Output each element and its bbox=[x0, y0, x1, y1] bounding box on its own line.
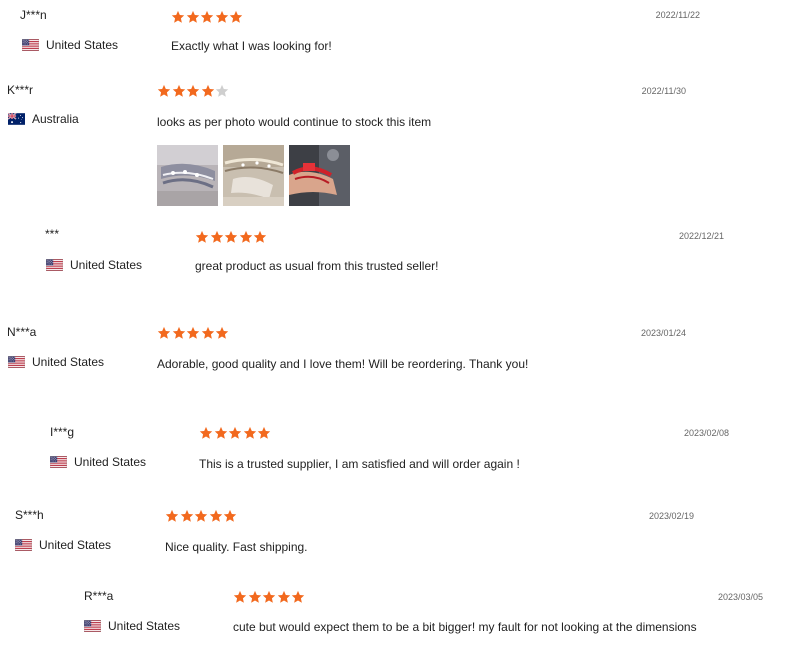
review-photos bbox=[157, 145, 350, 206]
star-rating bbox=[233, 590, 306, 604]
reviewer-country: United States bbox=[46, 258, 142, 272]
star-rating bbox=[171, 10, 244, 24]
country-name: United States bbox=[46, 38, 119, 52]
star-icon bbox=[277, 590, 291, 604]
review-photo-thumbnail[interactable] bbox=[223, 145, 284, 206]
star-icon bbox=[248, 590, 262, 604]
australia-flag-icon bbox=[8, 113, 25, 125]
reviewer-name: J***n bbox=[20, 8, 47, 22]
star-icon bbox=[180, 509, 194, 523]
us-flag-icon bbox=[15, 539, 32, 551]
star-icon bbox=[215, 10, 229, 24]
us-flag-icon bbox=[46, 259, 63, 271]
reviewer-country: United States bbox=[15, 538, 111, 552]
star-icon bbox=[200, 10, 214, 24]
star-icon bbox=[195, 230, 209, 244]
star-icon bbox=[165, 509, 179, 523]
reviewer-country: United States bbox=[22, 38, 118, 52]
us-flag-icon bbox=[22, 39, 39, 51]
review-text: This is a trusted supplier, I am satisfi… bbox=[199, 457, 520, 471]
star-icon bbox=[239, 230, 253, 244]
review-text: looks as per photo would continue to sto… bbox=[157, 115, 432, 129]
us-flag-icon bbox=[84, 620, 101, 632]
review-date: 2023/01/24 bbox=[640, 328, 686, 338]
star-icon bbox=[209, 509, 223, 523]
reviewer-country: United States bbox=[8, 355, 104, 369]
star-icon bbox=[172, 84, 186, 98]
star-icon bbox=[186, 326, 200, 340]
reviewer-name: S***h bbox=[15, 508, 44, 522]
review-date: 2022/11/30 bbox=[641, 86, 686, 96]
review-text: Nice quality. Fast shipping. bbox=[165, 540, 308, 554]
star-icon bbox=[172, 326, 186, 340]
star-icon bbox=[201, 84, 215, 98]
review-text: cute but would expect them to be a bit b… bbox=[233, 620, 697, 634]
star-icon bbox=[223, 509, 237, 523]
star-rating bbox=[195, 230, 268, 244]
star-icon bbox=[243, 426, 257, 440]
star-icon bbox=[194, 509, 208, 523]
star-icon bbox=[186, 10, 200, 24]
us-flag-icon bbox=[8, 356, 25, 368]
review-text: Adorable, good quality and I love them! … bbox=[157, 357, 529, 371]
reviewer-name: I***g bbox=[50, 425, 75, 439]
star-icon bbox=[201, 326, 215, 340]
star-icon bbox=[228, 426, 242, 440]
star-icon bbox=[215, 84, 229, 98]
country-name: United States bbox=[70, 258, 143, 272]
star-icon bbox=[215, 326, 229, 340]
country-name: United States bbox=[39, 538, 112, 552]
star-icon bbox=[214, 426, 228, 440]
country-name: United States bbox=[108, 619, 181, 633]
star-icon bbox=[291, 590, 305, 604]
star-icon bbox=[186, 84, 200, 98]
review-date: 2022/12/21 bbox=[678, 231, 724, 241]
country-name: United States bbox=[74, 455, 147, 469]
star-icon bbox=[157, 84, 171, 98]
review-text: great product as usual from this trusted… bbox=[195, 259, 439, 273]
star-icon bbox=[210, 230, 224, 244]
star-icon bbox=[157, 326, 171, 340]
star-icon bbox=[224, 230, 238, 244]
star-icon bbox=[171, 10, 185, 24]
review-date: 2022/11/22 bbox=[655, 10, 700, 20]
review-text: Exactly what I was looking for! bbox=[171, 39, 332, 53]
star-rating bbox=[157, 84, 230, 98]
reviewer-country: United States bbox=[84, 619, 180, 633]
star-icon bbox=[199, 426, 213, 440]
reviewer-name: K***r bbox=[7, 83, 34, 97]
reviewer-country: Australia bbox=[8, 112, 79, 126]
review-photo-thumbnail[interactable] bbox=[157, 145, 218, 206]
country-name: Australia bbox=[32, 112, 79, 126]
reviewer-name: *** bbox=[45, 227, 60, 241]
star-rating bbox=[157, 326, 230, 340]
reviewer-country: United States bbox=[50, 455, 146, 469]
star-rating bbox=[165, 509, 238, 523]
star-icon bbox=[233, 590, 247, 604]
review-photo-thumbnail[interactable] bbox=[289, 145, 350, 206]
review-date: 2023/03/05 bbox=[717, 592, 763, 602]
star-icon bbox=[262, 590, 276, 604]
review-date: 2023/02/08 bbox=[683, 428, 729, 438]
star-icon bbox=[253, 230, 267, 244]
review-item: R***a United States 2023/03/05 cute but … bbox=[0, 0, 800, 634]
star-rating bbox=[199, 426, 272, 440]
review-date: 2023/02/19 bbox=[648, 511, 694, 521]
star-icon bbox=[229, 10, 243, 24]
us-flag-icon bbox=[50, 456, 67, 468]
reviewer-name: R***a bbox=[84, 589, 114, 603]
star-icon bbox=[257, 426, 271, 440]
reviewer-name: N***a bbox=[7, 325, 37, 339]
country-name: United States bbox=[32, 355, 105, 369]
